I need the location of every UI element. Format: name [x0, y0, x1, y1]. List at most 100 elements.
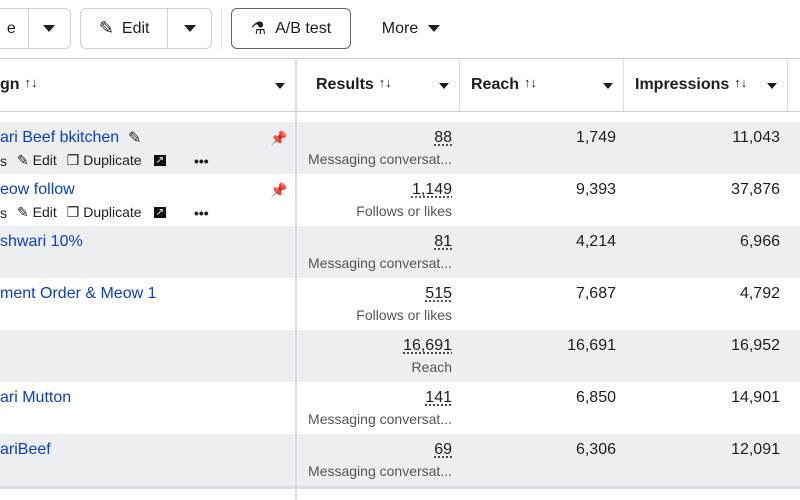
- ab-test-label: A/B test: [275, 19, 332, 37]
- edit-dropdown-button[interactable]: [167, 9, 211, 48]
- result-type: Reach: [411, 359, 452, 375]
- results-value[interactable]: 515: [425, 285, 452, 302]
- edit-button-label: Edit: [121, 19, 150, 37]
- primary-button[interactable]: e: [0, 9, 28, 48]
- sort-icon[interactable]: ↑↓: [524, 75, 537, 90]
- column-menu-icon[interactable]: [767, 83, 777, 89]
- chart-icon[interactable]: ↗: [153, 155, 166, 166]
- reach-cell: 7,687: [575, 285, 616, 302]
- flask-icon: ⚗: [250, 18, 267, 38]
- pin-icon[interactable]: 📌: [270, 182, 287, 199]
- reach-cell: 1,749: [575, 129, 616, 146]
- sort-icon[interactable]: ↑↓: [379, 75, 392, 90]
- campaign-name-link[interactable]: shwari 10%: [0, 233, 83, 251]
- results-cell: 69 Messaging conversat...: [296, 441, 452, 479]
- row-duplicate-action[interactable]: ❐ Duplicate: [67, 204, 142, 221]
- impressions-cell: 4,792: [739, 285, 780, 302]
- duplicate-icon: ❐: [66, 204, 80, 220]
- table-row[interactable]: ari Beef bkitchen ✎ s ✎ Edit ❐ Duplicate …: [0, 122, 800, 174]
- column-header-reach[interactable]: Reach ↑↓: [460, 59, 624, 111]
- results-value[interactable]: 16,691: [403, 337, 452, 354]
- impressions-cell: 14,901: [731, 389, 780, 406]
- table-row[interactable]: ment Order & Meow 1 515 Follows or likes 7…: [0, 278, 800, 330]
- chevron-down-icon: [43, 25, 56, 32]
- more-label: More: [381, 19, 419, 37]
- primary-button-label: e: [6, 19, 16, 37]
- pencil-icon: ✎: [17, 152, 29, 168]
- campaign-name-link[interactable]: ment Order & Meow 1: [0, 285, 157, 303]
- duplicate-icon: ❐: [66, 152, 80, 168]
- campaign-name-link[interactable]: eow follow: [0, 181, 75, 199]
- column-menu-icon[interactable]: [439, 83, 449, 89]
- column-menu-icon[interactable]: [275, 83, 285, 89]
- impressions-cell: 11,043: [732, 129, 780, 146]
- row-action-truncated[interactable]: s: [0, 205, 7, 221]
- reach-cell: 9,393: [575, 181, 616, 198]
- row-action-truncated[interactable]: s: [0, 153, 7, 169]
- edit-label: Edit: [32, 204, 57, 220]
- duplicate-label: Duplicate: [83, 152, 142, 168]
- chevron-down-icon: [428, 25, 441, 32]
- results-cell: 81 Messaging conversat...: [296, 233, 452, 271]
- more-options-icon[interactable]: •••: [194, 205, 209, 221]
- reach-cell: 6,850: [575, 389, 616, 406]
- results-cell: 16,691 Reach: [296, 337, 452, 375]
- impressions-cell: 12,091: [731, 441, 780, 458]
- reach-cell: 16,691: [567, 337, 616, 354]
- column-header-impressions[interactable]: Impressions ↑↓: [624, 59, 788, 111]
- toolbar: e ✎ Edit ⚗ A/B test More: [0, 0, 800, 58]
- reach-cell: 6,306: [575, 441, 616, 458]
- results-cell: 1,149 Follows or likes: [296, 181, 452, 219]
- campaign-name-link[interactable]: ari Beef bkitchen: [0, 129, 119, 147]
- column-header-campaign[interactable]: gn ↑↓: [0, 59, 296, 111]
- results-value[interactable]: 69: [434, 441, 452, 458]
- results-value[interactable]: 88: [434, 129, 452, 146]
- frozen-column-divider: [295, 58, 297, 500]
- edit-button[interactable]: ✎ Edit: [81, 9, 167, 48]
- campaign-name-link[interactable]: ari Mutton: [0, 389, 71, 407]
- results-value[interactable]: 141: [425, 389, 452, 406]
- pencil-icon: ✎: [98, 18, 114, 38]
- column-header-results[interactable]: Results ↑↓: [296, 59, 460, 111]
- results-value[interactable]: 1,149: [412, 181, 452, 198]
- header-label: Impressions: [635, 76, 730, 93]
- column-menu-icon[interactable]: [603, 83, 613, 89]
- table-row[interactable]: ariBeef 69 Messaging conversat... 6,306 12…: [0, 434, 800, 486]
- result-type: Follows or likes: [356, 203, 452, 219]
- sort-icon[interactable]: ↑↓: [734, 75, 747, 90]
- reach-cell: 4,214: [575, 233, 616, 250]
- more-button[interactable]: More: [368, 8, 454, 49]
- table-footer-divider: [0, 486, 800, 489]
- impressions-cell: 37,876: [731, 181, 780, 198]
- row-duplicate-action[interactable]: ❐ Duplicate: [67, 152, 142, 169]
- table-row[interactable]: 16,691 Reach 16,691 16,952: [0, 330, 800, 382]
- edit-name-icon[interactable]: ✎: [128, 128, 141, 148]
- results-value[interactable]: 81: [434, 233, 452, 250]
- primary-dropdown-button[interactable]: [27, 9, 70, 48]
- result-type: Messaging conversat...: [308, 255, 452, 271]
- pin-icon[interactable]: 📌: [270, 130, 287, 147]
- impressions-cell: 16,952: [731, 337, 780, 354]
- row-edit-action[interactable]: ✎ Edit: [17, 152, 57, 169]
- table-header: gn ↑↓ Results ↑↓ Reach ↑↓ Impressions ↑↓: [0, 58, 800, 112]
- chart-icon[interactable]: ↗: [153, 207, 166, 218]
- campaign-name-link[interactable]: ariBeef: [0, 441, 51, 459]
- row-actions: s ✎ Edit ❐ Duplicate ↗ •••: [0, 152, 209, 169]
- edit-label: Edit: [32, 152, 57, 168]
- results-cell: 141 Messaging conversat...: [296, 389, 452, 427]
- edit-split-button[interactable]: ✎ Edit: [80, 8, 212, 49]
- impressions-cell: 6,966: [739, 233, 780, 250]
- pencil-icon: ✎: [17, 204, 29, 220]
- primary-split-button[interactable]: e: [0, 8, 71, 49]
- table-row[interactable]: eow follow s ✎ Edit ❐ Duplicate ↗ ••• 📌 1…: [0, 174, 800, 226]
- ab-test-button[interactable]: ⚗ A/B test: [231, 8, 351, 49]
- table-row[interactable]: ari Mutton 141 Messaging conversat... 6,85…: [0, 382, 800, 434]
- row-edit-action[interactable]: ✎ Edit: [17, 204, 57, 221]
- divider: [221, 8, 222, 49]
- sort-icon[interactable]: ↑↓: [25, 75, 38, 90]
- table-row[interactable]: shwari 10% 81 Messaging conversat... 4,214…: [0, 226, 800, 278]
- result-type: Messaging conversat...: [308, 463, 452, 479]
- row-actions: s ✎ Edit ❐ Duplicate ↗ •••: [0, 204, 209, 221]
- result-type: Messaging conversat...: [308, 411, 452, 427]
- more-options-icon[interactable]: •••: [194, 153, 209, 169]
